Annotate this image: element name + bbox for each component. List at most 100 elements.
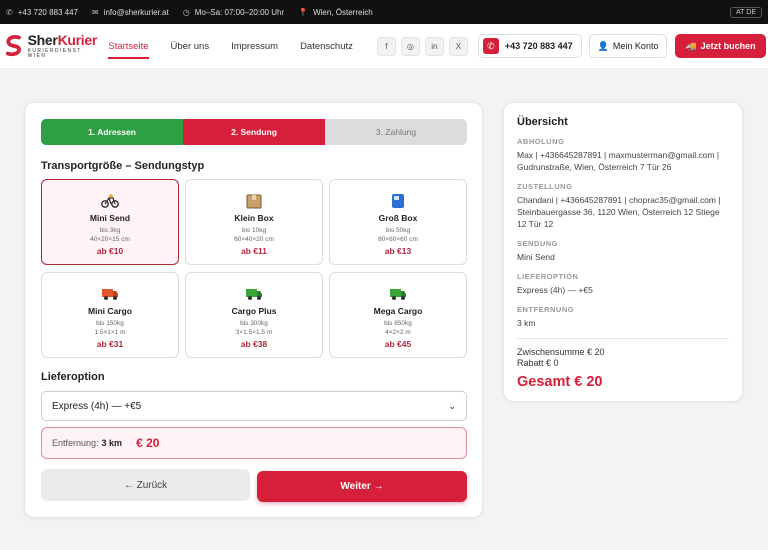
shipment-value: Mini Send <box>517 252 555 262</box>
delivery-option-select[interactable]: Express (4h) — +€5 ⌄ <box>41 391 467 421</box>
book-button-label: Jetzt buchen <box>700 41 756 51</box>
tile-price: ab €45 <box>384 339 412 349</box>
nav-impressum[interactable]: Impressum <box>231 41 278 52</box>
linkedin-icon[interactable]: in <box>424 36 444 56</box>
phone-button[interactable]: ✆ +43 720 883 447 <box>477 34 582 58</box>
brand-name: SherKurier <box>28 33 99 47</box>
brand-sher: Sher <box>27 32 58 48</box>
step-sendung[interactable]: 2. Sendung <box>183 119 325 145</box>
transport-size-heading: Transportgröße – Sendungstyp <box>41 160 205 172</box>
tile-weight: bis 50kg <box>385 227 411 234</box>
topbar-location-text: Wien, Österreich <box>313 7 373 17</box>
summary-title: Übersicht <box>517 116 568 128</box>
brand-kurier: Kurier <box>57 32 98 48</box>
site-header: SherKurier KURIERDIENST WIEN Startseite … <box>0 24 768 69</box>
discount: Rabatt € 0 <box>517 358 559 368</box>
next-button[interactable]: Weiter → <box>257 471 467 502</box>
big-truck-icon <box>389 285 407 303</box>
van-icon <box>101 285 119 303</box>
user-icon: 👤 <box>597 40 609 51</box>
account-button-label: Mein Konto <box>612 41 659 51</box>
clock-icon: ◷ <box>182 7 190 17</box>
tile-klein-box[interactable]: Klein Box bis 10kg 60×40×20 cm ab €11 <box>185 179 323 265</box>
tile-dims: 60×40×20 cm <box>234 236 274 243</box>
tile-dims: 4×2×2 m <box>385 329 411 336</box>
topbar-email[interactable]: ✉ info@sherkurier.at <box>92 8 169 17</box>
total: Gesamt € 20 <box>517 374 603 390</box>
pin-icon: 📍 <box>298 7 309 17</box>
phone-icon: ✆ <box>6 7 13 17</box>
booking-form-card: 1. Adressen 2. Sendung 3. Zahlung Transp… <box>24 102 483 518</box>
tile-price: ab €10 <box>96 246 124 256</box>
logo[interactable]: SherKurier KURIERDIENST WIEN <box>4 33 98 59</box>
distance-summary-value: 3 km <box>517 318 536 328</box>
topbar-hours: ◷ Mo–Sa: 07:00–20:00 Uhr <box>183 8 284 17</box>
topbar-phone[interactable]: ✆ +43 720 883 447 <box>6 8 78 17</box>
nav-datenschutz[interactable]: Datenschutz <box>300 41 353 52</box>
tile-mini-send[interactable]: Mini Send bis 3kg 40×20×15 cm ab €10 <box>41 179 179 265</box>
option-value: Express (4h) — +€5 <box>517 285 593 295</box>
tile-dims: 80×60×60 cm <box>378 236 418 243</box>
back-button[interactable]: ← Zurück <box>41 469 250 501</box>
summary-card: Übersicht ABHOLUNG Max | +436645287891 |… <box>503 102 743 402</box>
tile-name: Mini Send <box>89 213 131 223</box>
tile-price: ab €13 <box>384 246 412 256</box>
large-box-icon <box>389 192 407 210</box>
distance-summary-label: ENTFERNUNG <box>517 305 575 314</box>
tile-price: ab €11 <box>241 246 267 256</box>
step-indicator: 1. Adressen 2. Sendung 3. Zahlung <box>41 119 467 145</box>
tile-price: ab €31 <box>96 339 124 349</box>
step-adressen[interactable]: 1. Adressen <box>41 119 183 145</box>
topbar-phone-text: +43 720 883 447 <box>17 7 78 17</box>
tile-mini-cargo[interactable]: Mini Cargo bis 150kg 1.5×1×1 m ab €31 <box>41 272 179 358</box>
topbar-location: 📍 Wien, Österreich <box>298 8 373 17</box>
tile-name: Klein Box <box>234 213 274 223</box>
topbar-hours-text: Mo–Sa: 07:00–20:00 Uhr <box>194 7 285 17</box>
instagram-icon[interactable]: ◎ <box>400 36 420 56</box>
social-links: f ◎ in X <box>376 36 468 56</box>
book-button[interactable]: 🚚 Jetzt buchen <box>675 34 766 58</box>
logo-mark-icon <box>5 35 21 57</box>
tile-name: Mini Cargo <box>88 306 132 316</box>
truck-icon: 🚚 <box>685 40 697 51</box>
subtotal: Zwischensumme € 20 <box>517 347 605 357</box>
nav-startseite[interactable]: Startseite <box>108 41 149 59</box>
brand-tagline: KURIERDIENST WIEN <box>27 48 82 59</box>
divider <box>517 338 729 339</box>
tile-cargo-plus[interactable]: Cargo Plus bis 300kg 3×1.5×1.5 m ab €38 <box>185 272 323 358</box>
option-label: LIEFEROPTION <box>517 272 579 281</box>
distance-label: Entfernung: <box>52 438 99 448</box>
tile-name: Cargo Plus <box>231 306 277 316</box>
top-info-bar: ✆ +43 720 883 447 ✉ info@sherkurier.at ◷… <box>0 0 768 24</box>
facebook-icon[interactable]: f <box>376 36 396 56</box>
pickup-label: ABHOLUNG <box>517 137 565 146</box>
topbar-email-text: info@sherkurier.at <box>103 7 169 17</box>
truck-icon <box>245 285 263 303</box>
delivery-option-heading: Lieferoption <box>41 371 105 383</box>
language-switcher[interactable]: AT DE <box>730 6 762 18</box>
chevron-down-icon: ⌄ <box>448 400 456 411</box>
phone-button-label: +43 720 883 447 <box>504 41 573 51</box>
delivery-value: Chandani | +436645287891 | choprac35@gma… <box>517 195 721 229</box>
delivery-label: ZUSTELLUNG <box>517 182 573 191</box>
distance-price: € 20 <box>136 436 160 450</box>
x-icon[interactable]: X <box>448 36 468 56</box>
tile-name: Groß Box <box>378 213 418 223</box>
transport-size-grid: Mini Send bis 3kg 40×20×15 cm ab €10 Kle… <box>41 179 467 358</box>
bicycle-icon <box>101 192 119 210</box>
nav-ueber-uns[interactable]: Über uns <box>171 41 210 52</box>
step-zahlung: 3. Zahlung <box>325 119 467 145</box>
tile-weight: bis 150kg <box>96 320 124 327</box>
account-button[interactable]: 👤 Mein Konto <box>588 34 668 58</box>
phone-icon: ✆ <box>482 38 499 54</box>
tile-weight: bis 10kg <box>241 227 267 234</box>
tile-weight: bis 300kg <box>240 320 268 327</box>
tile-gross-box[interactable]: Groß Box bis 50kg 80×60×60 cm ab €13 <box>329 179 467 265</box>
logo-text: SherKurier KURIERDIENST WIEN <box>28 33 99 59</box>
delivery-option-value: Express (4h) — +€5 <box>52 400 142 412</box>
shipment-label: SENDUNG <box>517 239 559 248</box>
distance-value: 3 km <box>101 438 123 448</box>
tile-price: ab €38 <box>240 339 268 349</box>
pickup-value: Max | +436645287891 | maxmusterman@gmail… <box>517 150 720 172</box>
tile-mega-cargo[interactable]: Mega Cargo bis 850kg 4×2×2 m ab €45 <box>329 272 467 358</box>
